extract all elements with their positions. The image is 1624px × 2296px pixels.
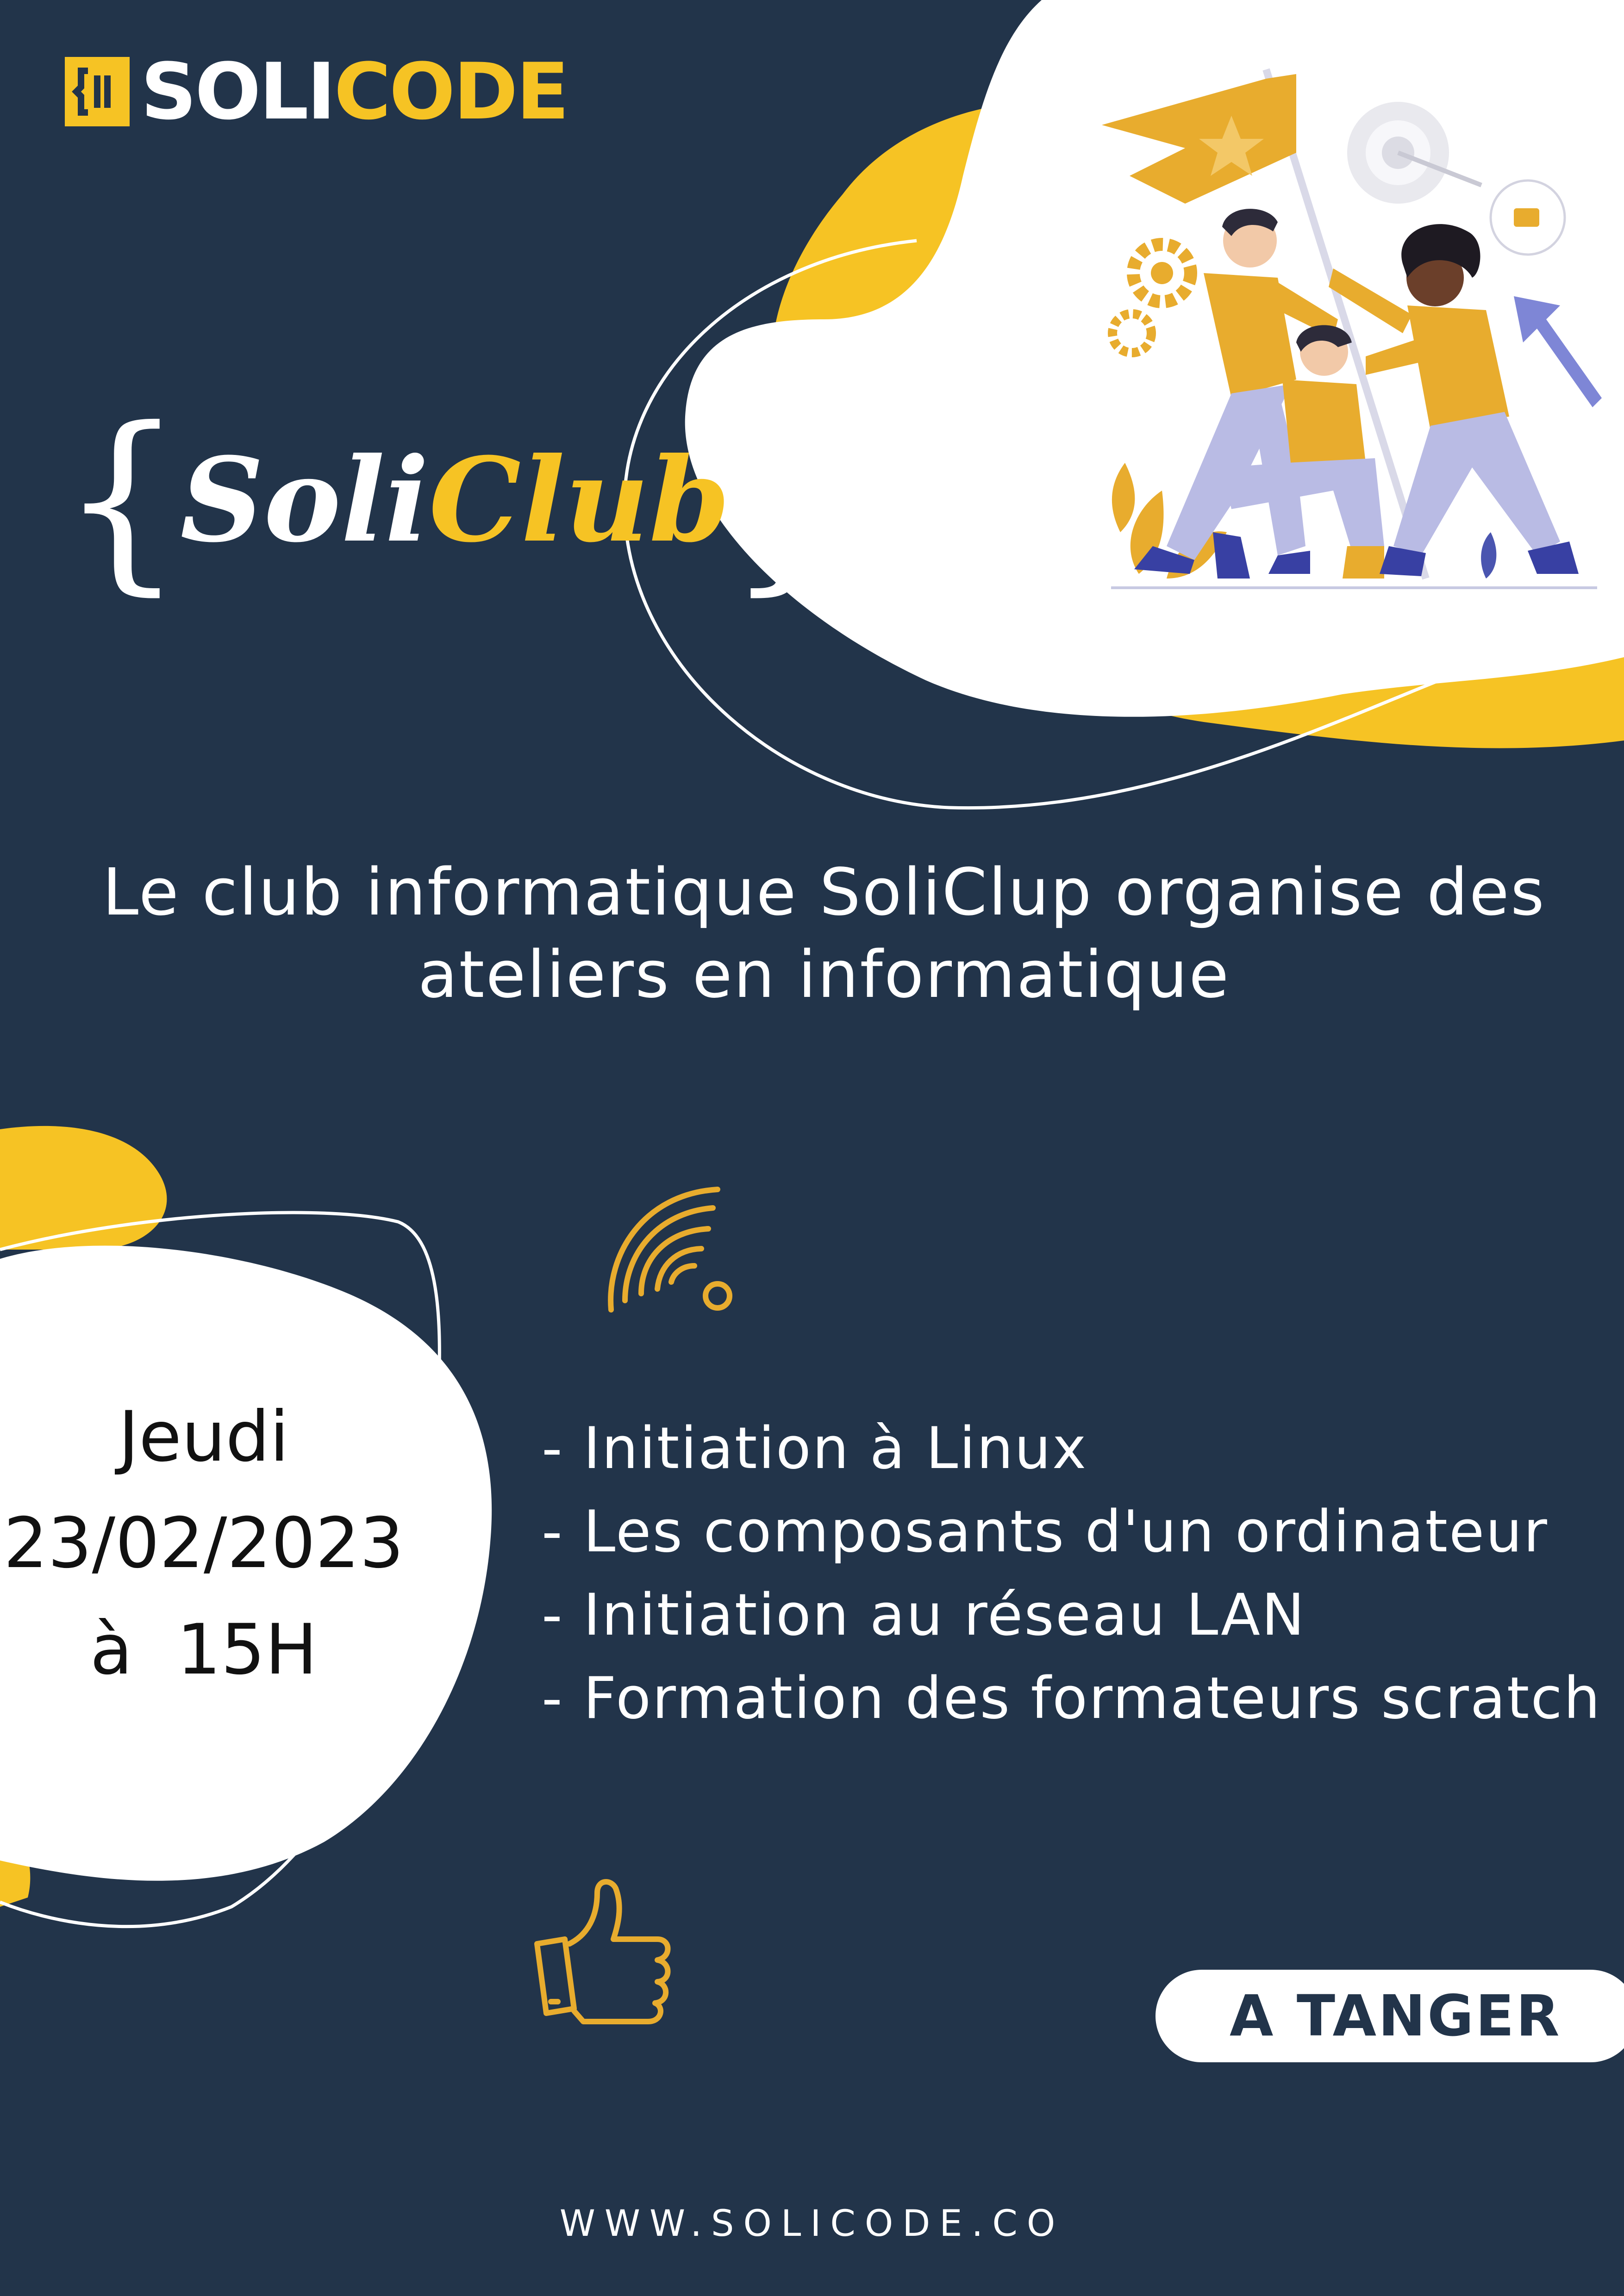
club-name-soli: Soli (180, 432, 429, 568)
location-label: A TANGER (1230, 1983, 1562, 2049)
event-poster: SOLICODE { Soli Club } Le club informati… (0, 0, 1624, 2296)
event-time: à 15H (90, 1610, 318, 1690)
brace-open: { (60, 386, 184, 613)
topic-item: - Initiation au réseau LAN (542, 1582, 1306, 1649)
brace-close: } (726, 386, 850, 613)
location-badge: A TANGER (1156, 1970, 1624, 2062)
topic-item: - Initiation à Linux (542, 1415, 1088, 1482)
solicode-logo: SOLICODE (65, 53, 569, 131)
wifi-icon (608, 1187, 732, 1313)
club-name-club: Club (429, 432, 730, 568)
thumbs-up-icon (534, 1879, 671, 2024)
logo-wordmark: SOLICODE (141, 53, 569, 131)
intro-line-1: Le club informatique SoliClup organise d… (102, 855, 1546, 930)
club-title: { Soli Club } (60, 389, 850, 611)
event-day: Jeudi (118, 1397, 289, 1477)
logo-mark-icon (65, 57, 130, 126)
event-date-block: Jeudi 23/02/2023 à 15H (0, 1384, 407, 1703)
logo-code: CODE (334, 46, 569, 137)
logo-soli: SOLI (141, 46, 336, 137)
topic-item: - Formation des formateurs scratch (542, 1665, 1602, 1732)
topics-list: - Initiation à Linux - Les composants d'… (542, 1407, 1601, 1740)
intro-line-2: ateliers en informatique (418, 937, 1230, 1013)
website-url[interactable]: WWW.SOLICODE.CO (0, 2203, 1624, 2245)
event-date: 23/02/2023 (3, 1503, 404, 1584)
decorative-background (0, 0, 1624, 1929)
intro-text: Le club informatique SoliClup organise d… (83, 852, 1565, 1016)
topic-item: - Les composants d'un ordinateur (542, 1499, 1549, 1565)
